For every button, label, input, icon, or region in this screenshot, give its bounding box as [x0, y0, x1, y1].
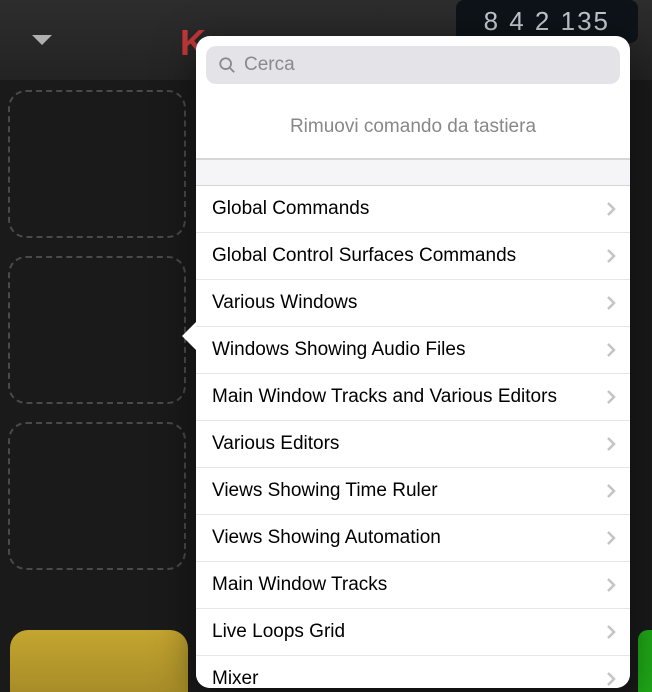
chevron-right-icon: [606, 201, 616, 217]
yellow-track-button[interactable]: [10, 630, 188, 692]
section-spacer: [196, 160, 630, 186]
category-windows-showing-audio-files[interactable]: Windows Showing Audio Files: [196, 327, 630, 374]
chevron-right-icon: [606, 295, 616, 311]
category-label: Main Window Tracks: [212, 574, 387, 596]
track-placeholder[interactable]: [8, 90, 186, 238]
chevron-right-icon: [606, 577, 616, 593]
chevron-right-icon: [606, 671, 616, 687]
chevron-right-icon: [606, 248, 616, 264]
dropdown-arrow-icon[interactable]: [32, 35, 52, 45]
category-label: Main Window Tracks and Various Editors: [212, 386, 557, 408]
category-mixer[interactable]: Mixer: [196, 656, 630, 688]
category-label: Mixer: [212, 668, 258, 688]
category-label: Windows Showing Audio Files: [212, 339, 465, 361]
popover-header: Cerca Rimuovi comando da tastiera: [196, 46, 630, 160]
category-label: Various Editors: [212, 433, 339, 455]
key-commands-popover: Cerca Rimuovi comando da tastiera Global…: [196, 36, 630, 688]
chevron-right-icon: [606, 530, 616, 546]
popover-arrow-icon: [182, 322, 196, 350]
category-views-time-ruler[interactable]: Views Showing Time Ruler: [196, 468, 630, 515]
track-placeholder[interactable]: [8, 256, 186, 404]
category-label: Views Showing Time Ruler: [212, 480, 438, 502]
green-track-strip[interactable]: [638, 630, 652, 692]
category-label: Various Windows: [212, 292, 357, 314]
remove-shortcut-button[interactable]: Rimuovi comando da tastiera: [196, 94, 630, 159]
category-label: Global Control Surfaces Commands: [212, 245, 516, 267]
search-placeholder: Cerca: [244, 54, 295, 76]
search-icon: [218, 56, 236, 74]
category-global-control-surfaces[interactable]: Global Control Surfaces Commands: [196, 233, 630, 280]
category-global-commands[interactable]: Global Commands: [196, 186, 630, 233]
category-views-automation[interactable]: Views Showing Automation: [196, 515, 630, 562]
search-bar[interactable]: Cerca: [206, 46, 620, 84]
category-live-loops-grid[interactable]: Live Loops Grid: [196, 609, 630, 656]
track-placeholders: [8, 90, 186, 570]
category-label: Views Showing Automation: [212, 527, 441, 549]
chevron-right-icon: [606, 436, 616, 452]
track-placeholder[interactable]: [8, 422, 186, 570]
chevron-right-icon: [606, 342, 616, 358]
category-label: Live Loops Grid: [212, 621, 345, 643]
category-main-window-tracks[interactable]: Main Window Tracks: [196, 562, 630, 609]
category-various-windows[interactable]: Various Windows: [196, 280, 630, 327]
chevron-right-icon: [606, 389, 616, 405]
category-main-window-tracks-editors[interactable]: Main Window Tracks and Various Editors: [196, 374, 630, 421]
category-various-editors[interactable]: Various Editors: [196, 421, 630, 468]
chevron-right-icon: [606, 624, 616, 640]
chevron-right-icon: [606, 483, 616, 499]
category-list: Global Commands Global Control Surfaces …: [196, 186, 630, 688]
category-label: Global Commands: [212, 198, 369, 220]
